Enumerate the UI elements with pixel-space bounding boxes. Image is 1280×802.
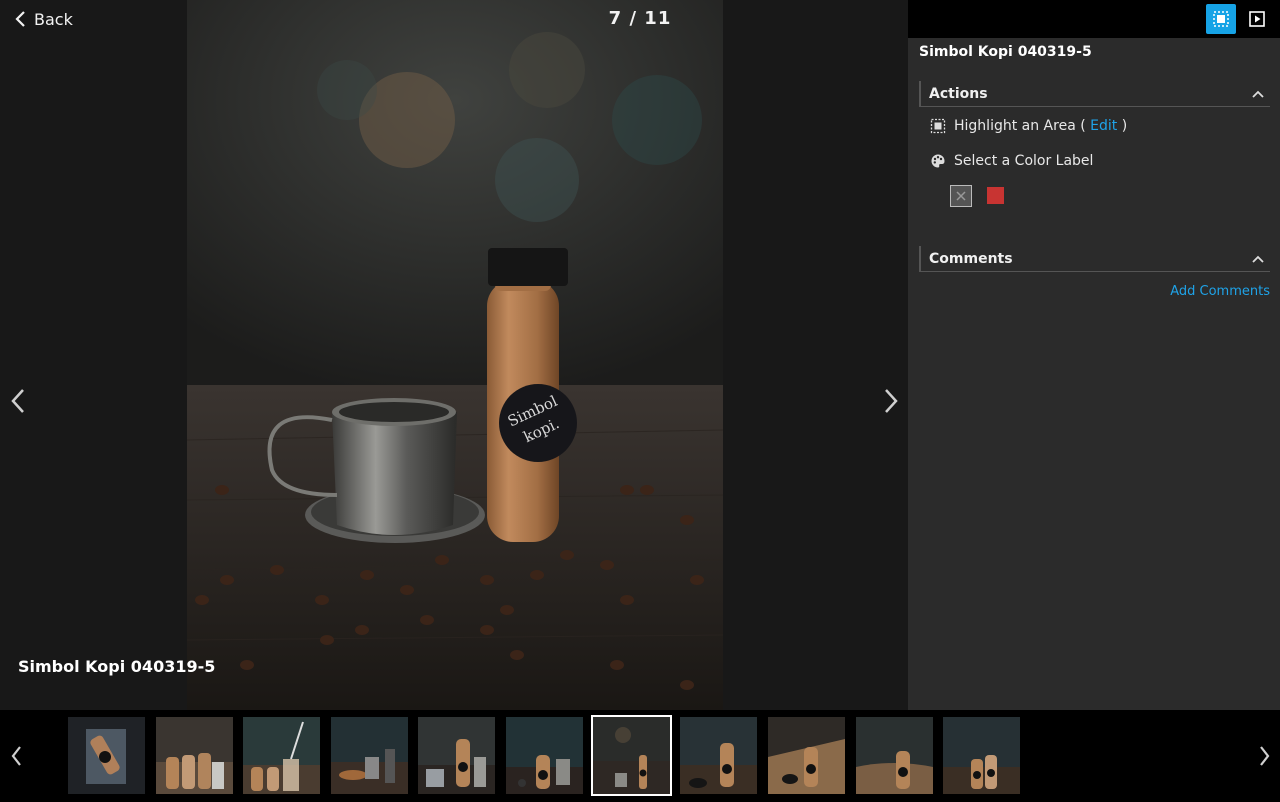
filmstrip-prev-button[interactable]: [4, 740, 28, 772]
main-photo[interactable]: Simbol kopi.: [187, 0, 723, 710]
thumbnail-7-selected[interactable]: [591, 715, 672, 796]
image-viewer: Simbol kopi. Simbol Kopi 040319-5: [0, 0, 908, 710]
chevron-left-icon: [11, 389, 24, 413]
no-color-icon: [956, 191, 966, 201]
back-label: Back: [34, 9, 73, 29]
thumbnail-3[interactable]: [243, 717, 320, 794]
select-area-button[interactable]: [1206, 4, 1236, 34]
comments-section-header[interactable]: Comments: [919, 246, 1270, 272]
no-color-swatch[interactable]: [950, 185, 972, 207]
select-area-icon: [930, 118, 946, 134]
red-color-swatch[interactable]: [987, 187, 1004, 204]
actions-section-header[interactable]: Actions: [919, 81, 1270, 107]
thumbnail-9[interactable]: [768, 717, 845, 794]
back-button[interactable]: Back: [14, 6, 73, 32]
thumbnail-1[interactable]: [68, 717, 145, 794]
select-area-icon: [1213, 11, 1229, 27]
view-mode-toolbar: [1206, 4, 1272, 34]
chevron-left-icon: [15, 11, 25, 27]
highlight-area-label: Highlight an Area (: [954, 118, 1086, 134]
palette-icon: [931, 154, 945, 168]
thumbnail-10[interactable]: [856, 717, 933, 794]
chevron-up-icon: [1252, 255, 1264, 263]
thumbnail-2[interactable]: [156, 717, 233, 794]
panel-title: Simbol Kopi 040319-5: [919, 44, 1092, 60]
image-counter: 7 / 11: [608, 8, 672, 29]
highlight-area-row: Highlight an Area ( Edit ): [930, 118, 1127, 134]
thumbnail-11[interactable]: [943, 717, 1020, 794]
highlight-area-close-paren: ): [1121, 118, 1128, 134]
edit-highlight-link[interactable]: Edit: [1090, 118, 1117, 134]
slideshow-icon: [1249, 11, 1265, 27]
chevron-up-icon: [1252, 90, 1264, 98]
chevron-right-icon: [1259, 746, 1269, 766]
thumbnail-8[interactable]: [680, 717, 757, 794]
previous-image-button[interactable]: [3, 384, 33, 418]
actions-header-label: Actions: [929, 85, 988, 102]
thumbnail-5[interactable]: [418, 717, 495, 794]
filmstrip: [0, 710, 1280, 802]
slideshow-button[interactable]: [1242, 4, 1272, 34]
color-label-row: Select a Color Label: [930, 153, 1093, 169]
details-panel: Simbol Kopi 040319-5 Actions Highlight a…: [908, 38, 1280, 710]
add-comments-link[interactable]: Add Comments: [1170, 284, 1270, 299]
next-image-button[interactable]: [876, 384, 906, 418]
color-label-text: Select a Color Label: [954, 153, 1094, 169]
filmstrip-next-button[interactable]: [1252, 740, 1276, 772]
image-caption: Simbol Kopi 040319-5: [18, 657, 216, 676]
comments-header-label: Comments: [929, 250, 1013, 267]
top-bar: Back 7 / 11: [0, 0, 1280, 38]
thumbnail-6[interactable]: [506, 717, 583, 794]
thumbnail-4[interactable]: [331, 717, 408, 794]
chevron-left-icon: [11, 746, 21, 766]
chevron-right-icon: [885, 389, 898, 413]
